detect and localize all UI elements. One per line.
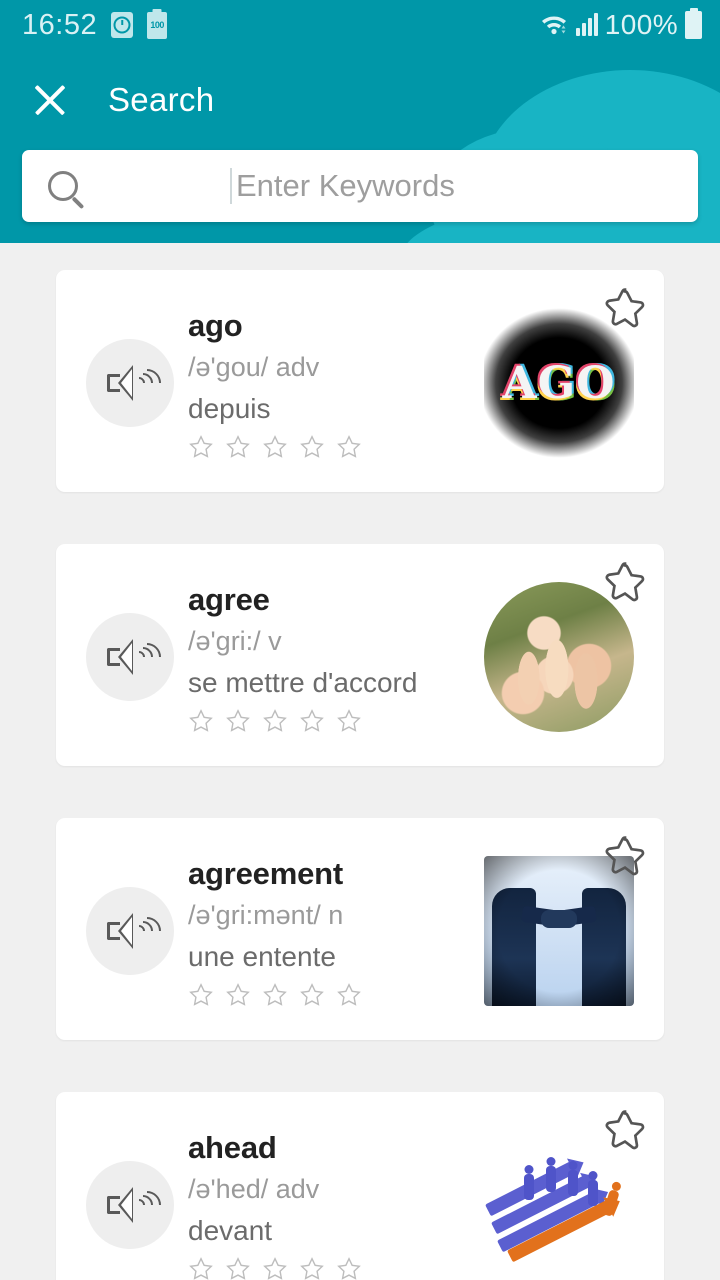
bookmark-star-icon[interactable] <box>602 560 648 606</box>
rating-star-icon[interactable] <box>225 1256 251 1280</box>
bookmark-star-icon[interactable] <box>602 834 648 880</box>
search-input[interactable]: Enter Keywords <box>22 150 698 222</box>
speaker-icon[interactable] <box>86 339 174 427</box>
alarm-clock-icon <box>111 12 134 38</box>
bookmark-star-icon[interactable] <box>602 1108 648 1154</box>
word-translation: une entente <box>188 941 336 973</box>
word-title: agreement <box>188 855 343 891</box>
search-icon <box>48 171 78 201</box>
status-bar-left: 16:52 100 <box>22 8 168 42</box>
rating-star-icon[interactable] <box>262 434 288 460</box>
search-results-list: ago /ə'gou/ adv depuis AGO agree /ə'gri:… <box>0 243 720 1280</box>
rating-star-icon[interactable] <box>225 708 251 734</box>
rating-stars[interactable] <box>188 1256 478 1280</box>
word-title: ago <box>188 307 243 343</box>
rating-star-icon[interactable] <box>299 982 325 1008</box>
word-info: agreement /ə'gri:mənt/ n une entente <box>188 854 484 1008</box>
speaker-icon[interactable] <box>86 887 174 975</box>
rating-stars[interactable] <box>188 708 478 734</box>
speaker-icon[interactable] <box>86 613 174 701</box>
word-phonetic: /ə'gri:/ v <box>188 626 282 657</box>
rating-star-icon[interactable] <box>225 982 251 1008</box>
word-phonetic: /ə'gri:mənt/ n <box>188 900 344 931</box>
bookmark-star-icon[interactable] <box>602 286 648 332</box>
rating-star-icon[interactable] <box>299 434 325 460</box>
rating-star-icon[interactable] <box>336 1256 362 1280</box>
word-translation: depuis <box>188 393 271 425</box>
rating-star-icon[interactable] <box>336 434 362 460</box>
word-info: ago /ə'gou/ adv depuis <box>188 306 484 460</box>
search-results-scroll[interactable]: ago /ə'gou/ adv depuis AGO agree /ə'gri:… <box>0 243 720 1280</box>
battery-full-icon <box>685 11 702 39</box>
rating-star-icon[interactable] <box>188 1256 214 1280</box>
rating-stars[interactable] <box>188 982 478 1008</box>
rating-star-icon[interactable] <box>299 1256 325 1280</box>
result-card[interactable]: agreement /ə'gri:mənt/ n une entente <box>56 818 664 1040</box>
word-phonetic: /ə'hed/ adv <box>188 1174 320 1205</box>
rating-star-icon[interactable] <box>188 708 214 734</box>
page-title: Search <box>108 81 215 118</box>
word-title: ahead <box>188 1129 277 1165</box>
battery-percent-label: 100% <box>604 9 678 40</box>
result-card[interactable]: ago /ə'gou/ adv depuis AGO <box>56 270 664 492</box>
word-info: agree /ə'gri:/ v se mettre d'accord <box>188 580 484 734</box>
rating-stars[interactable] <box>188 434 478 460</box>
result-card[interactable]: agree /ə'gri:/ v se mettre d'accord <box>56 544 664 766</box>
text-caret <box>230 168 232 204</box>
close-icon[interactable] <box>28 78 72 122</box>
battery-100-icon: 100 <box>147 11 168 39</box>
rating-star-icon[interactable] <box>225 434 251 460</box>
speaker-icon[interactable] <box>86 1161 174 1249</box>
word-title: agree <box>188 581 270 617</box>
status-bar-right: 100% <box>539 9 702 41</box>
rating-star-icon[interactable] <box>336 708 362 734</box>
thumbnail-text: AGO <box>502 357 616 409</box>
status-bar-clock: 16:52 <box>22 8 98 41</box>
search-bar-container: Enter Keywords <box>0 150 720 222</box>
result-card[interactable]: ahead /ə'hed/ adv devant <box>56 1092 664 1280</box>
rating-star-icon[interactable] <box>262 708 288 734</box>
word-phonetic: /ə'gou/ adv <box>188 352 320 383</box>
rating-star-icon[interactable] <box>299 708 325 734</box>
status-bar: 16:52 100 100% <box>0 0 720 50</box>
cellular-signal-icon <box>575 13 598 36</box>
search-placeholder: Enter Keywords <box>236 168 455 203</box>
rating-star-icon[interactable] <box>262 1256 288 1280</box>
rating-star-icon[interactable] <box>336 982 362 1008</box>
word-translation: se mettre d'accord <box>188 667 418 699</box>
rating-star-icon[interactable] <box>188 434 214 460</box>
wifi-icon <box>539 10 569 41</box>
app-header: Search Enter Keywords <box>0 50 720 243</box>
rating-star-icon[interactable] <box>262 982 288 1008</box>
app-bar: Search <box>0 50 720 150</box>
word-translation: devant <box>188 1215 273 1247</box>
rating-star-icon[interactable] <box>188 982 214 1008</box>
word-info: ahead /ə'hed/ adv devant <box>188 1128 484 1280</box>
